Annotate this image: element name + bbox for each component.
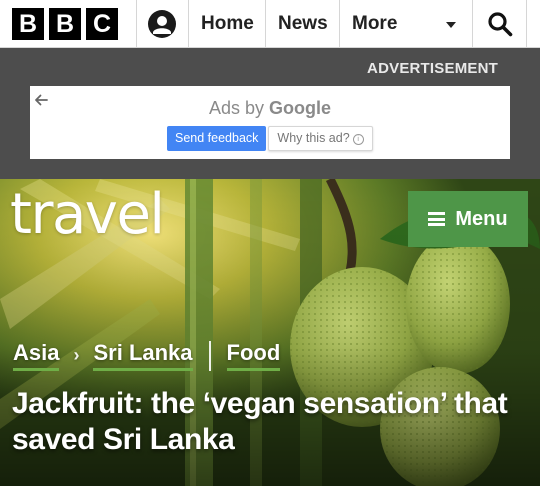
advertisement-label: ADVERTISEMENT bbox=[367, 60, 498, 77]
page: B B C Home News More ADVERTISEMENT Ads b… bbox=[0, 0, 540, 486]
nav-divider bbox=[265, 0, 266, 47]
info-icon: i bbox=[352, 134, 364, 145]
hamburger-icon bbox=[428, 212, 446, 226]
nav-home-link[interactable]: Home bbox=[201, 0, 254, 47]
article-headline: Jackfruit: the ‘vegan sensation’ that sa… bbox=[12, 387, 508, 456]
account-icon bbox=[148, 9, 176, 38]
breadcrumb-asia[interactable]: Asia bbox=[13, 340, 60, 371]
ads-by-prefix: Ads by bbox=[208, 98, 264, 118]
breadcrumb: Asia › Sri Lanka Food bbox=[13, 340, 281, 371]
breadcrumb-divider bbox=[208, 340, 211, 371]
nav-divider bbox=[339, 0, 340, 47]
hero-banner: travel Menu Asia › Sri Lanka Food Jackfr… bbox=[0, 179, 540, 486]
breadcrumb-food[interactable]: Food bbox=[226, 340, 281, 371]
search-icon bbox=[487, 11, 512, 36]
nav-divider bbox=[188, 0, 189, 47]
why-this-ad-button[interactable]: Why this ad? i bbox=[268, 126, 373, 151]
bbc-logo-letter: B bbox=[12, 8, 44, 40]
account-button[interactable] bbox=[137, 0, 187, 47]
google-brand: Google bbox=[269, 98, 332, 118]
travel-section-logo[interactable]: travel bbox=[10, 187, 165, 243]
search-button[interactable] bbox=[473, 0, 526, 47]
chevron-right-icon: › bbox=[73, 345, 80, 365]
bbc-logo-letter: C bbox=[86, 8, 118, 40]
menu-button[interactable]: Menu bbox=[408, 191, 528, 247]
bbc-logo[interactable]: B B C bbox=[12, 8, 118, 40]
chevron-down-icon[interactable] bbox=[446, 22, 456, 28]
ad-buttons: Send feedback Why this ad? i bbox=[167, 126, 373, 151]
nav-news-link[interactable]: News bbox=[278, 0, 328, 47]
bbc-logo-letter: B bbox=[49, 8, 81, 40]
top-navigation: B B C Home News More bbox=[0, 0, 540, 48]
advertisement-section: ADVERTISEMENT Ads by Google Send feedbac… bbox=[0, 48, 540, 179]
nav-more-link[interactable]: More bbox=[352, 0, 397, 47]
menu-label: Menu bbox=[455, 207, 508, 230]
send-feedback-button[interactable]: Send feedback bbox=[167, 126, 267, 151]
ads-by-google: Ads by Google bbox=[30, 98, 510, 119]
nav-divider bbox=[526, 0, 527, 47]
breadcrumb-sri-lanka[interactable]: Sri Lanka bbox=[93, 340, 193, 371]
why-this-ad-label: Why this ad? bbox=[277, 131, 350, 145]
ad-box: Ads by Google Send feedback Why this ad?… bbox=[30, 86, 510, 159]
